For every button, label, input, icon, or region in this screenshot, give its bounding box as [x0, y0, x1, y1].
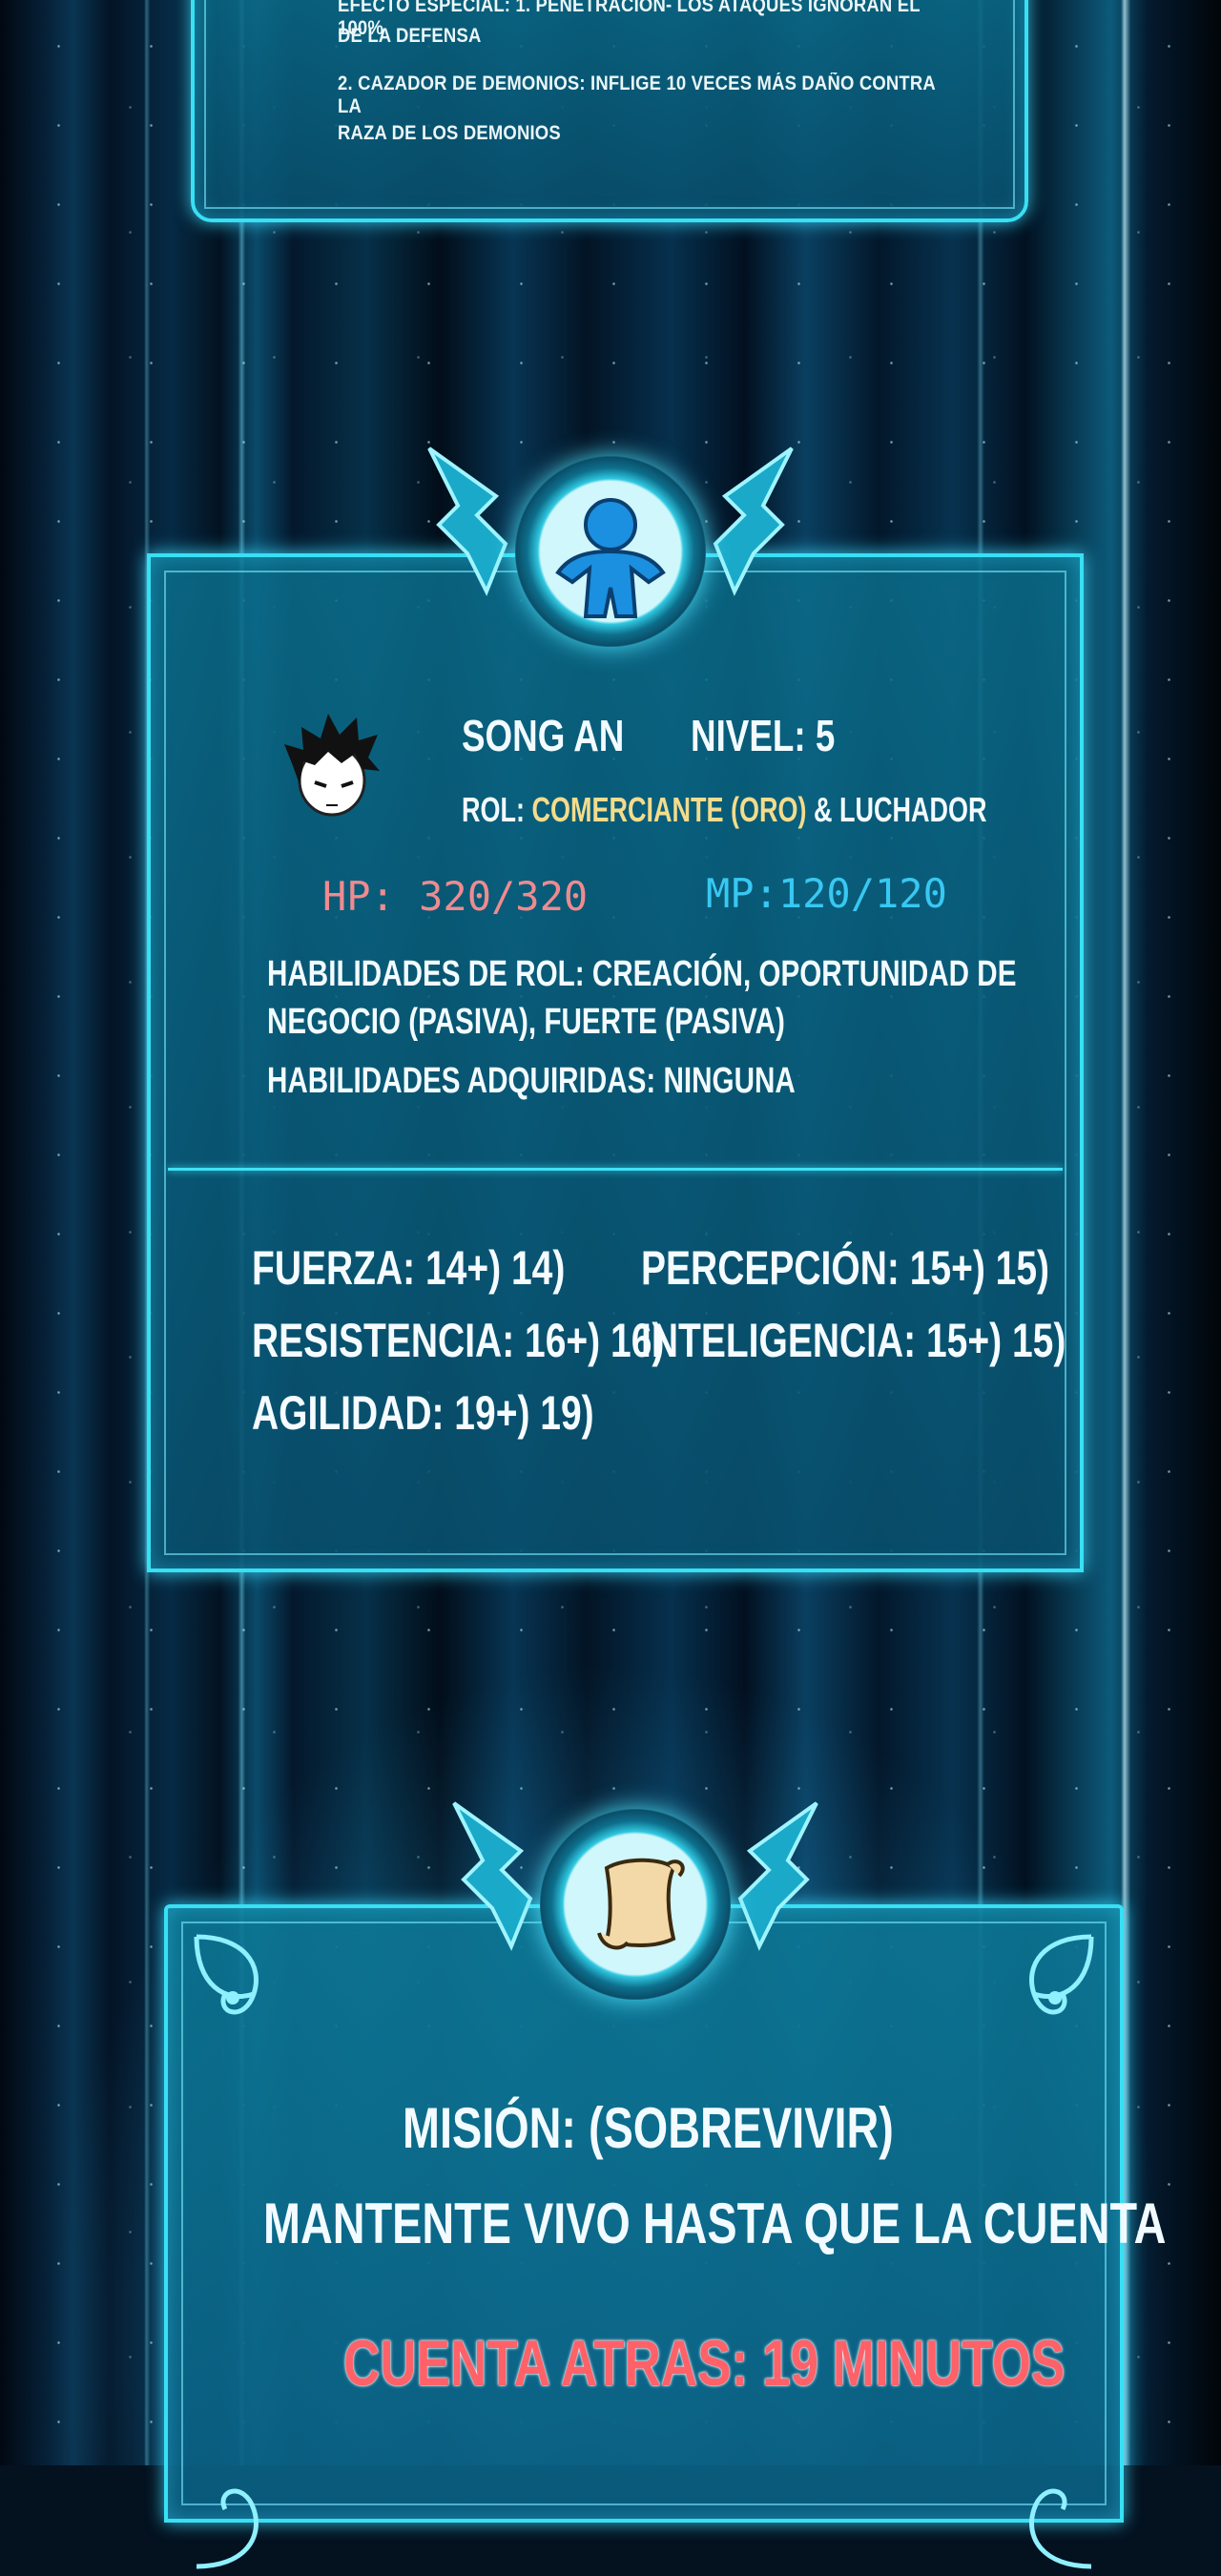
stat-resistencia: RESISTENCIA: 16+) 16) — [252, 1314, 665, 1367]
mp-value: MP:120/120 — [706, 870, 947, 917]
scroll-icon-medallion — [540, 1809, 731, 2000]
hp-value: HP: 320/320 — [322, 873, 589, 920]
role-skills: HABILIDADES DE ROL: CREACIÓN, OPORTUNIDA… — [267, 954, 1017, 994]
role-prefix: ROL: — [462, 790, 525, 829]
character-avatar — [284, 714, 380, 817]
previous-panel-line: 2. CAZADOR DE DEMONIOS: INFLIGE 10 VECES… — [338, 73, 936, 117]
previous-panel-line: DE LA DEFENSA — [338, 25, 482, 47]
stat-percepcion: PERCEPCIÓN: 15+) 15) — [641, 1241, 1050, 1295]
previous-panel-line: RAZA DE LOS DEMONIOS — [338, 122, 561, 144]
role-suffix: & LUCHADOR — [814, 790, 987, 829]
character-name: SONG AN — [462, 711, 625, 760]
role-class: COMERCIANTE (ORO) — [531, 790, 807, 829]
corner-flourish — [1029, 2488, 1092, 2569]
acquired-skills: HABILIDADES ADQUIRIDAS: NINGUNA — [267, 1061, 796, 1101]
stat-inteligencia: INTELIGENCIA: 15+) 15) — [641, 1314, 1066, 1367]
right-wing-ornament — [737, 1801, 818, 1951]
mission-description: MANTENTE VIVO HASTA QUE LA CUENTA — [263, 2192, 1167, 2255]
corner-flourish — [194, 1934, 259, 2015]
status-divider — [168, 1168, 1063, 1171]
scroll-icon — [597, 1858, 685, 1950]
character-role: ROL: COMERCIANTE (ORO) & LUCHADOR — [462, 790, 986, 830]
person-icon — [555, 498, 666, 618]
character-level: NIVEL: 5 — [691, 711, 836, 760]
corner-flourish — [196, 2488, 259, 2569]
corner-flourish — [1029, 1934, 1094, 2015]
left-wing-ornament — [452, 1801, 533, 1951]
right-wing-ornament — [713, 447, 794, 596]
mission-countdown: CUENTA ATRAS: 19 MINUTOS — [343, 2327, 1066, 2399]
stat-agilidad: AGILIDAD: 19+) 19) — [252, 1386, 594, 1440]
previous-item-panel: EFECTO ESPECIAL: 1. PENETRACIÓN- LOS ATA… — [191, 0, 1028, 222]
person-icon-medallion — [515, 456, 706, 647]
role-skills-continued: NEGOCIO (PASIVA), FUERTE (PASIVA) — [267, 1002, 785, 1042]
stat-fuerza: FUERZA: 14+) 14) — [252, 1241, 566, 1295]
left-wing-ornament — [427, 447, 508, 596]
mission-title: MISIÓN: (SOBREVIVIR) — [403, 2096, 894, 2160]
